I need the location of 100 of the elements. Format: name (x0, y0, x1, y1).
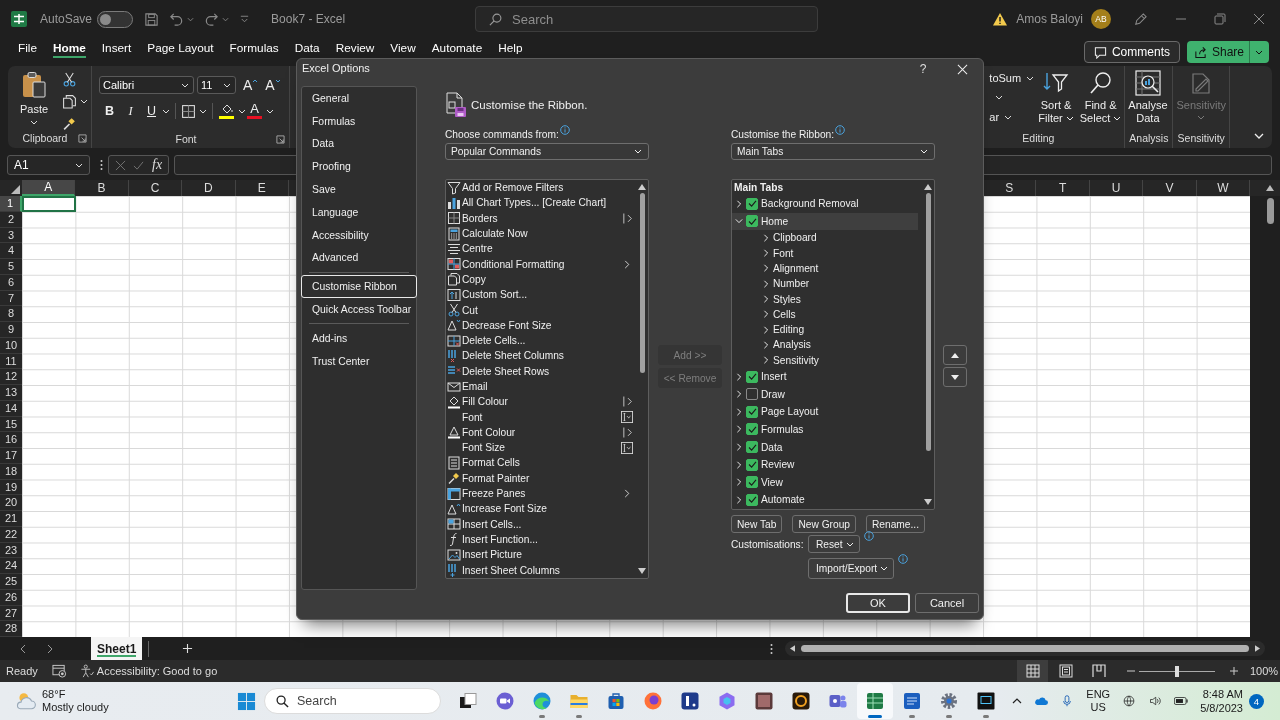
nav-item[interactable]: Proofing (301, 155, 417, 179)
help-button[interactable]: ? (917, 62, 929, 76)
slider-thumb[interactable] (1175, 665, 1179, 677)
scroll-down-icon[interactable] (924, 499, 932, 505)
checkbox[interactable] (746, 197, 758, 210)
undo-icon[interactable] (169, 11, 185, 27)
nav-item[interactable]: General (301, 87, 417, 110)
search-field[interactable]: Search (475, 6, 818, 32)
command-item[interactable]: Centre (446, 241, 636, 257)
command-item[interactable]: Add or Remove Filters (446, 180, 636, 196)
dialog-button[interactable]: OK (846, 593, 910, 613)
command-item[interactable]: Delete Sheet Rows (446, 363, 636, 379)
tree-item[interactable]: Home (732, 212, 918, 231)
dropdown-button[interactable]: Import/Export (808, 558, 895, 579)
tree-item[interactable]: Styles (732, 291, 922, 307)
scrollbar-thumb[interactable] (925, 193, 931, 451)
accessibility-icon[interactable] (79, 664, 95, 678)
tree-item[interactable]: Font (732, 245, 922, 261)
checkbox[interactable] (746, 405, 758, 418)
warning-icon[interactable] (992, 12, 1009, 26)
scroll-up-icon[interactable] (638, 184, 646, 190)
column-header[interactable]: A (22, 180, 76, 196)
checkbox[interactable] (746, 458, 758, 471)
row-header[interactable]: 1 (0, 196, 22, 212)
ribbon-tab[interactable]: Review (327, 39, 383, 58)
paste-button[interactable]: Paste (14, 66, 54, 128)
notification-badge[interactable]: 4 (1249, 693, 1264, 709)
macro-record-icon[interactable] (51, 664, 67, 678)
command-item[interactable]: Insert Cells... (446, 516, 636, 532)
tree-item[interactable]: Review (732, 455, 918, 474)
tree-item[interactable]: Background Removal (732, 195, 918, 213)
checkbox[interactable] (746, 423, 758, 436)
taskbar-search-field[interactable]: Search (264, 688, 441, 714)
command-item[interactable]: Borders (446, 210, 636, 226)
move-down-button[interactable] (943, 367, 967, 387)
tree-item[interactable]: View (732, 473, 918, 491)
scissors-icon[interactable] (62, 72, 77, 87)
checkbox[interactable] (746, 441, 758, 454)
ribbon-button[interactable]: ar (989, 110, 1013, 124)
analyse-data-button[interactable]: Analyse Data (1125, 66, 1171, 128)
sheet-tab[interactable]: Sheet1 (91, 637, 143, 660)
selected-cell[interactable] (21, 195, 76, 213)
command-item[interactable]: All Chart Types... [Create Chart] (446, 195, 636, 211)
zoom-in-icon[interactable] (1230, 667, 1238, 675)
command-item[interactable]: Insert Picture (446, 547, 636, 563)
name-box[interactable]: A1 (7, 155, 90, 175)
chevron-down-icon[interactable] (1254, 133, 1264, 139)
language-indicator[interactable]: US (1090, 701, 1106, 714)
save-icon[interactable] (144, 11, 160, 27)
command-item[interactable]: Custom Sort... (446, 287, 636, 303)
tree-item[interactable]: Sensitivity (732, 352, 922, 368)
info-icon[interactable] (559, 125, 570, 135)
corner-arrow-icon[interactable] (276, 134, 285, 144)
copy-icon[interactable] (62, 94, 77, 109)
user-avatar[interactable]: AB (1091, 9, 1111, 29)
checkmark-icon[interactable] (133, 159, 145, 171)
nav-item[interactable]: Accessibility (301, 223, 417, 247)
drag-handle-icon[interactable] (770, 642, 773, 655)
redo-icon[interactable] (204, 11, 220, 27)
language-indicator[interactable]: ENG (1086, 688, 1111, 701)
share-button[interactable]: Share (1186, 41, 1269, 63)
info-icon[interactable] (898, 554, 909, 564)
scrollbar-thumb[interactable] (639, 193, 645, 373)
command-item[interactable]: Decrease Font Size (446, 317, 636, 333)
commands-dropdown[interactable]: Popular Commands (445, 143, 649, 160)
command-item[interactable]: Copy (446, 271, 636, 288)
checkbox[interactable] (746, 493, 758, 506)
four-squares-icon[interactable] (237, 691, 256, 711)
globe-icon[interactable] (1122, 695, 1137, 707)
tree-item[interactable]: Number (732, 276, 922, 292)
ribbon-tab[interactable]: Data (286, 39, 328, 58)
checkbox[interactable] (746, 370, 758, 383)
restore-icon[interactable] (1214, 13, 1226, 25)
command-item[interactable]: Format Cells (446, 455, 636, 471)
font-name-field[interactable]: Calibri (99, 76, 194, 94)
tree-item[interactable]: Analysis (732, 337, 922, 353)
nav-item[interactable]: Quick Access Toolbar (301, 298, 417, 321)
font-size-field[interactable]: 11 (197, 76, 236, 94)
command-item[interactable]: Font Colour (446, 424, 636, 441)
nav-item[interactable]: Customise Ribbon (301, 275, 417, 299)
tree-item[interactable]: Cells (732, 306, 922, 322)
tree-item[interactable]: Alignment (732, 260, 922, 277)
ribbon-tab[interactable]: File (10, 39, 45, 58)
clock-time[interactable]: 8:48 AM (1202, 687, 1243, 701)
nav-item[interactable]: Data (301, 132, 417, 156)
sort-filter-button[interactable]: Sort & Filter (1035, 66, 1077, 128)
borders-icon[interactable] (181, 103, 196, 119)
fill-color-button[interactable] (218, 103, 235, 119)
comments-button[interactable]: Comments (1083, 41, 1180, 63)
checkbox[interactable] (746, 215, 758, 228)
ribbon-tabs-dropdown[interactable]: Main Tabs (731, 143, 935, 160)
ribbon-button[interactable]: toSum (989, 71, 1035, 85)
battery-icon[interactable] (1174, 695, 1189, 707)
command-item[interactable]: Increase Font Size (446, 501, 636, 517)
nav-item[interactable]: Advanced (301, 246, 417, 270)
italic-button[interactable]: I (120, 102, 141, 120)
scroll-up-icon[interactable] (1266, 185, 1274, 191)
cloud-icon[interactable] (1034, 695, 1049, 707)
nav-item[interactable]: Add-ins (301, 326, 417, 350)
dialog-button[interactable]: Cancel (915, 593, 979, 613)
